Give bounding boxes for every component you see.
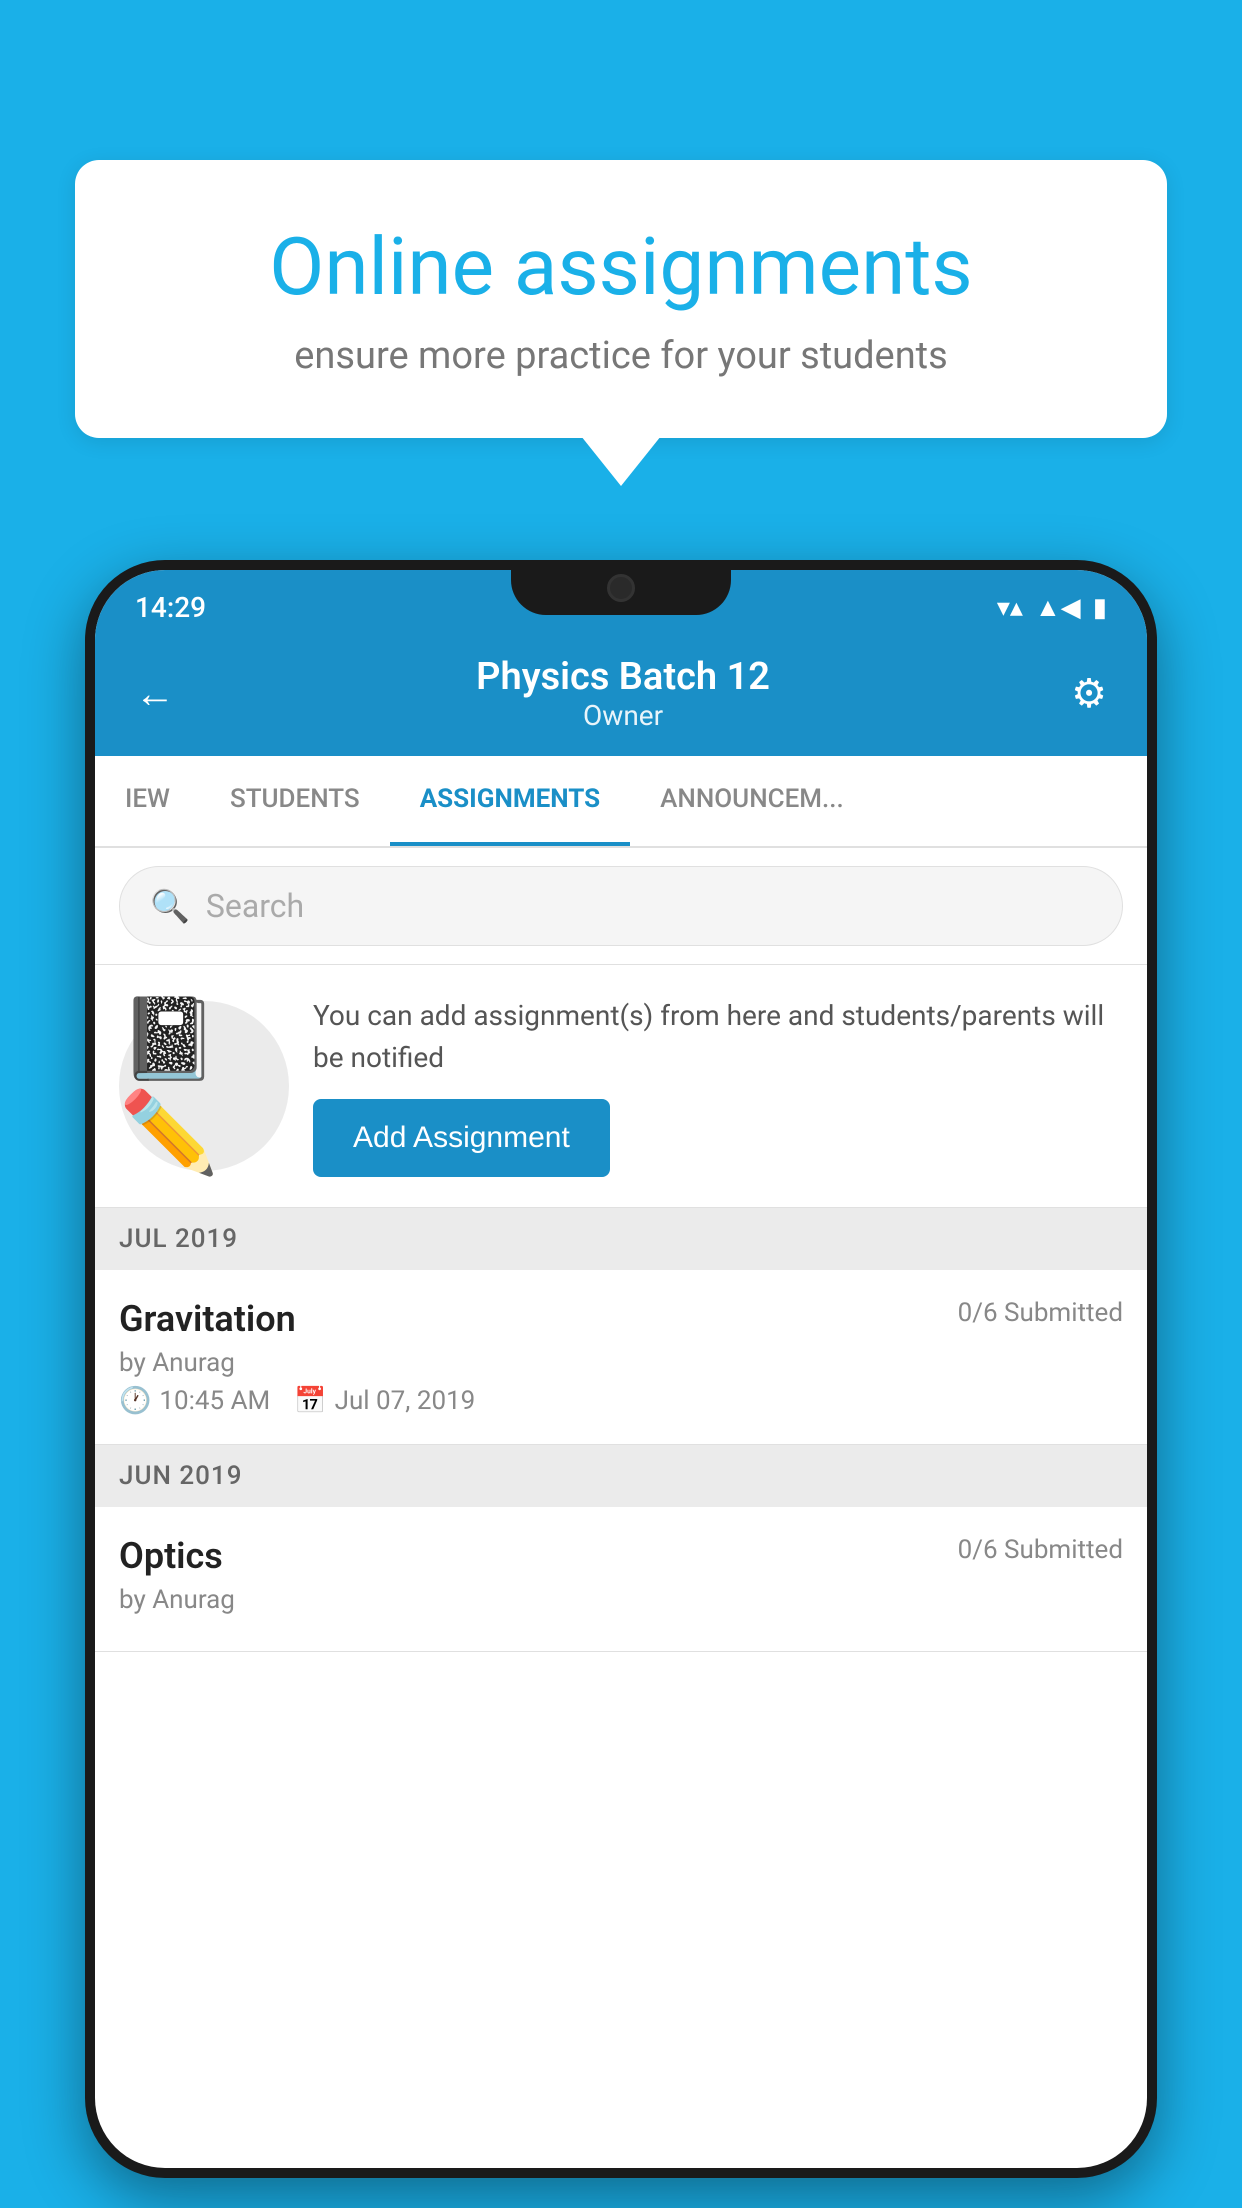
assignment-author: by Anurag: [119, 1348, 1123, 1378]
header-title: Physics Batch 12: [175, 655, 1071, 699]
optics-submitted: 0/6 Submitted: [958, 1535, 1123, 1565]
assignment-date: Jul 07, 2019: [335, 1386, 476, 1416]
speech-bubble-container: Online assignments ensure more practice …: [75, 160, 1167, 438]
phone-notch: [511, 560, 731, 615]
bubble-title: Online assignments: [145, 220, 1097, 314]
header-center: Physics Batch 12 Owner: [175, 655, 1071, 732]
header-subtitle: Owner: [175, 699, 1071, 732]
app-header: ← Physics Batch 12 Owner ⚙: [95, 635, 1147, 756]
add-assignment-button[interactable]: Add Assignment: [313, 1099, 610, 1177]
section-jul-2019: JUL 2019: [95, 1208, 1147, 1270]
back-button[interactable]: ←: [135, 670, 175, 717]
phone-outer: 14:29 ▾▴ ▲◀ ▮ ← Physics Batch 12 Owner ⚙: [85, 560, 1157, 2178]
date-item: 📅 Jul 07, 2019: [294, 1386, 475, 1416]
assignment-name: Gravitation: [119, 1298, 296, 1340]
section-jun-2019: JUN 2019: [95, 1445, 1147, 1507]
wifi-icon: ▾▴: [997, 593, 1023, 623]
tab-students[interactable]: STUDENTS: [200, 756, 390, 846]
assignment-row-top: Gravitation 0/6 Submitted: [119, 1298, 1123, 1340]
add-assignment-promo: 📓✏️ You can add assignment(s) from here …: [95, 965, 1147, 1208]
bubble-subtitle: ensure more practice for your students: [145, 334, 1097, 378]
scrollable-content: 🔍 Search 📓✏️ You can add assignment(s) f…: [95, 848, 1147, 2168]
assignment-optics[interactable]: Optics 0/6 Submitted by Anurag: [95, 1507, 1147, 1652]
search-placeholder: Search: [206, 887, 304, 925]
phone-screen: 14:29 ▾▴ ▲◀ ▮ ← Physics Batch 12 Owner ⚙: [95, 570, 1147, 2168]
phone-mockup: 14:29 ▾▴ ▲◀ ▮ ← Physics Batch 12 Owner ⚙: [85, 560, 1157, 2178]
tab-announcements[interactable]: ANNOUNCEM...: [630, 756, 874, 846]
optics-row-top: Optics 0/6 Submitted: [119, 1535, 1123, 1577]
speech-bubble: Online assignments ensure more practice …: [75, 160, 1167, 438]
settings-icon[interactable]: ⚙: [1071, 670, 1107, 717]
search-bar[interactable]: 🔍 Search: [119, 866, 1123, 946]
promo-content: You can add assignment(s) from here and …: [313, 995, 1117, 1177]
search-icon: 🔍: [150, 887, 190, 925]
search-container: 🔍 Search: [95, 848, 1147, 965]
optics-author: by Anurag: [119, 1585, 1123, 1615]
clock-icon: 🕐: [119, 1386, 151, 1416]
submitted-count: 0/6 Submitted: [958, 1298, 1123, 1328]
signal-icon: ▲◀: [1035, 592, 1081, 623]
assignment-time: 10:45 AM: [159, 1386, 270, 1416]
tab-assignments[interactable]: ASSIGNMENTS: [390, 756, 630, 846]
status-icons: ▾▴ ▲◀ ▮: [997, 592, 1107, 623]
battery-icon: ▮: [1093, 593, 1107, 623]
status-time: 14:29: [135, 591, 206, 624]
optics-name: Optics: [119, 1535, 223, 1577]
time-item: 🕐 10:45 AM: [119, 1386, 270, 1416]
assignment-gravitation[interactable]: Gravitation 0/6 Submitted by Anurag 🕐 10…: [95, 1270, 1147, 1445]
calendar-icon: 📅: [294, 1386, 326, 1416]
promo-icon-circle: 📓✏️: [119, 1001, 289, 1171]
assignment-time-row: 🕐 10:45 AM 📅 Jul 07, 2019: [119, 1386, 1123, 1416]
tabs-container: IEW STUDENTS ASSIGNMENTS ANNOUNCEM...: [95, 756, 1147, 848]
notebook-icon: 📓✏️: [119, 992, 289, 1180]
tab-overview[interactable]: IEW: [95, 756, 200, 846]
phone-camera: [607, 574, 635, 602]
promo-text: You can add assignment(s) from here and …: [313, 995, 1117, 1079]
